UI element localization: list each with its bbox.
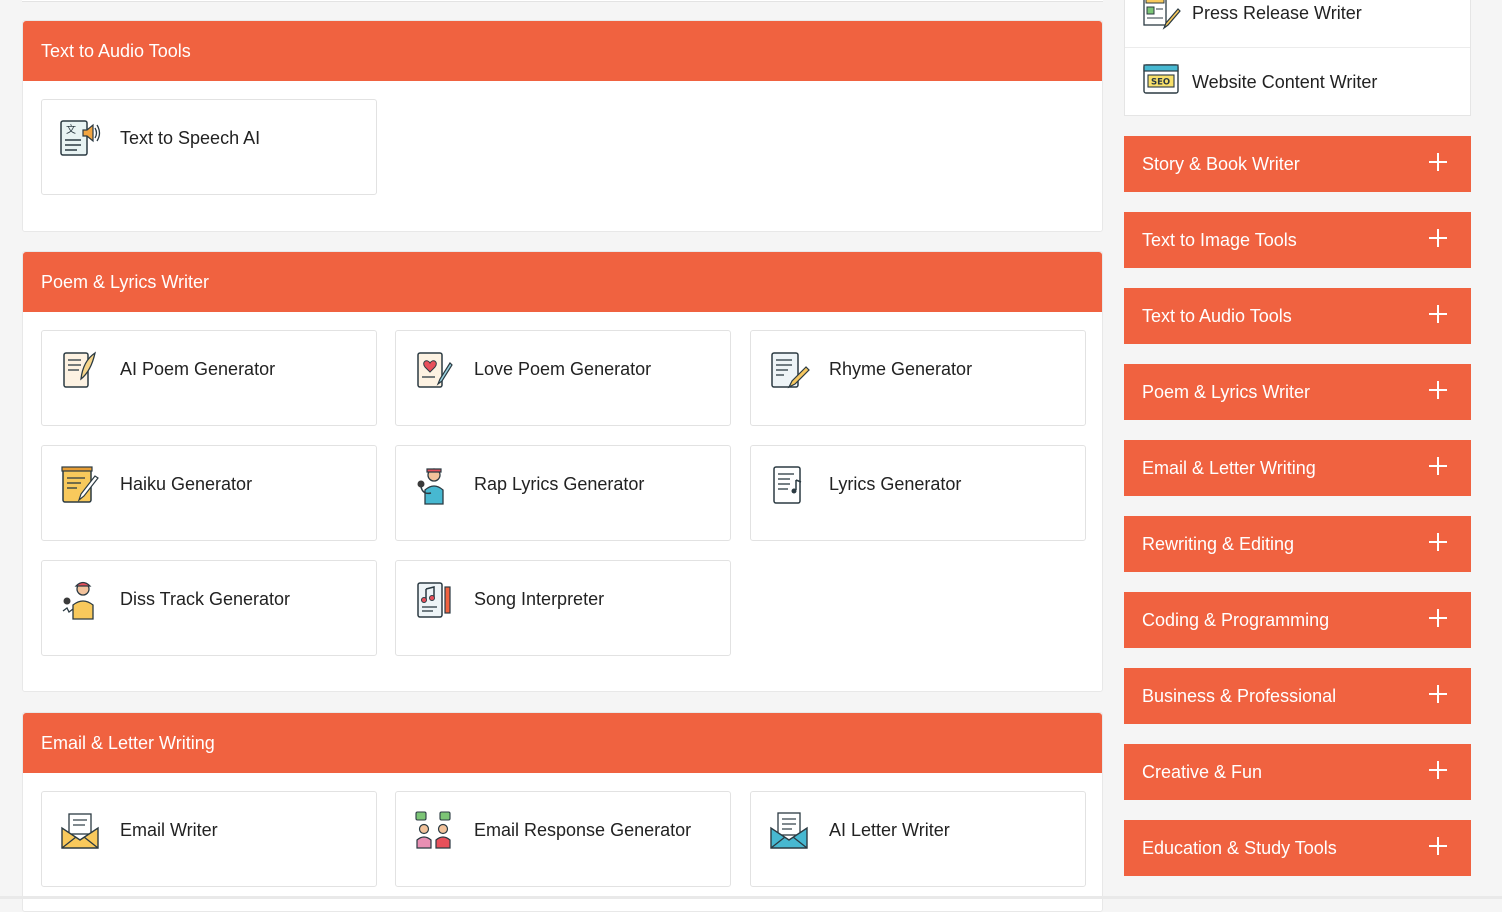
sidebar-link-press-release-writer[interactable]: Press Release Writer: [1125, 0, 1470, 47]
section-title: Email & Letter Writing: [23, 713, 1102, 773]
category-label: Text to Image Tools: [1142, 229, 1297, 250]
tool-label: Lyrics Generator: [829, 474, 962, 494]
plus-icon[interactable]: [1427, 606, 1449, 628]
text-to-speech-icon: 文: [60, 120, 101, 156]
love-letter-icon: [417, 352, 453, 388]
tool-label: Love Poem Generator: [474, 359, 652, 379]
tool-card-rhyme-generator[interactable]: Rhyme Generator: [750, 330, 1086, 426]
tool-label: AI Poem Generator: [120, 359, 276, 379]
rhyme-document-icon: [771, 352, 810, 389]
sidebar-category-poem-lyrics-writer[interactable]: Poem & Lyrics Writer: [1124, 364, 1471, 420]
plus-icon[interactable]: [1427, 834, 1449, 856]
tool-card-haiku-generator[interactable]: Haiku Generator: [41, 445, 377, 541]
svg-text:SEO: SEO: [1151, 78, 1170, 88]
diss-track-rapper-icon: [62, 581, 94, 620]
sidebar-category-text-to-image-tools[interactable]: Text to Image Tools: [1124, 212, 1471, 268]
sidebar-category-text-to-audio-tools[interactable]: Text to Audio Tools: [1124, 288, 1471, 344]
category-label: Coding & Programming: [1142, 609, 1330, 630]
previous-section-edge: [22, 0, 1103, 2]
sidebar-category-story-book-writer[interactable]: Story & Book Writer: [1124, 136, 1471, 192]
press-release-icon: [1143, 0, 1181, 30]
tool-card-email-response-generator[interactable]: Email Response Generator: [395, 791, 731, 887]
category-label: Rewriting & Editing: [1142, 533, 1295, 554]
category-label: Email & Letter Writing: [1142, 457, 1316, 478]
category-label: Text to Audio Tools: [1142, 305, 1292, 326]
people-chat-icon: [415, 811, 451, 849]
tool-card-ai-poem-generator[interactable]: AI Poem Generator: [41, 330, 377, 426]
tool-card-rap-lyrics-generator[interactable]: Rap Lyrics Generator: [395, 445, 731, 541]
tool-card-diss-track-generator[interactable]: Diss Track Generator: [41, 560, 377, 656]
tool-label: Rap Lyrics Generator: [474, 474, 645, 494]
plus-icon[interactable]: [1427, 530, 1449, 552]
plus-icon[interactable]: [1427, 226, 1449, 248]
quill-scroll-icon: [63, 351, 96, 388]
sidebar-category-coding-programming[interactable]: Coding & Programming: [1124, 592, 1471, 648]
plus-icon[interactable]: [1427, 758, 1449, 780]
plus-icon[interactable]: [1427, 378, 1449, 400]
sidebar-link-label: Press Release Writer: [1192, 3, 1362, 23]
tool-label: Diss Track Generator: [120, 589, 291, 609]
category-label: Education & Study Tools: [1142, 837, 1337, 858]
sidebar-category-creative-fun[interactable]: Creative & Fun: [1124, 744, 1471, 800]
haiku-paper-icon: [61, 466, 99, 503]
sidebar-category-rewriting-editing[interactable]: Rewriting & Editing: [1124, 516, 1471, 572]
plus-icon[interactable]: [1427, 682, 1449, 704]
section-text-to-audio-tools: Text to Audio Tools 文 Text to Speech AI: [22, 20, 1103, 232]
tool-label: Rhyme Generator: [829, 359, 973, 379]
sidebar-link-label: Website Content Writer: [1192, 71, 1378, 92]
section-poem-lyrics-writer: Poem & Lyrics Writer AI Poem Generator L…: [22, 251, 1103, 692]
rapper-microphone-icon: [417, 468, 444, 505]
category-label: Story & Book Writer: [1142, 153, 1300, 174]
envelope-letter-icon: [61, 813, 99, 849]
section-email-letter-writing: Email & Letter Writing Email Writer Emai…: [22, 712, 1103, 912]
tool-card-text-to-speech-ai[interactable]: 文 Text to Speech AI: [41, 99, 377, 195]
tool-label: AI Letter Writer: [829, 820, 950, 840]
category-label: Creative & Fun: [1142, 761, 1263, 782]
sidebar-tool-list: Press Release Writer SEO Website Content…: [1124, 0, 1471, 116]
tool-label: Song Interpreter: [474, 589, 605, 609]
sidebar-category-email-letter-writing[interactable]: Email & Letter Writing: [1124, 440, 1471, 496]
tool-label: Email Writer: [120, 820, 218, 840]
tool-card-love-poem-generator[interactable]: Love Poem Generator: [395, 330, 731, 426]
tool-label: Text to Speech AI: [120, 128, 261, 148]
section-title: Text to Audio Tools: [23, 21, 1102, 81]
plus-icon[interactable]: [1427, 150, 1449, 172]
tool-card-lyrics-generator[interactable]: Lyrics Generator: [750, 445, 1086, 541]
plus-icon[interactable]: [1427, 454, 1449, 476]
open-envelope-icon: [770, 812, 808, 849]
tool-card-ai-letter-writer[interactable]: AI Letter Writer: [750, 791, 1086, 887]
song-notes-scroll-icon: [417, 582, 451, 618]
tool-card-email-writer[interactable]: Email Writer: [41, 791, 377, 887]
sidebar-category-business-professional[interactable]: Business & Professional: [1124, 668, 1471, 724]
sidebar-link-website-content-writer[interactable]: SEO Website Content Writer: [1125, 48, 1470, 116]
category-label: Business & Professional: [1142, 685, 1337, 706]
plus-icon[interactable]: [1427, 302, 1449, 324]
sidebar-category-education-study-tools[interactable]: Education & Study Tools: [1124, 820, 1471, 876]
tool-label: Email Response Generator: [474, 820, 692, 840]
svg-text:文: 文: [66, 123, 76, 136]
tool-card-song-interpreter[interactable]: Song Interpreter: [395, 560, 731, 656]
lyrics-sheet-icon: [773, 466, 802, 504]
seo-browser-icon: SEO: [1143, 64, 1179, 94]
tool-label: Haiku Generator: [120, 474, 253, 494]
category-label: Poem & Lyrics Writer: [1142, 381, 1311, 402]
section-title: Poem & Lyrics Writer: [23, 252, 1102, 312]
